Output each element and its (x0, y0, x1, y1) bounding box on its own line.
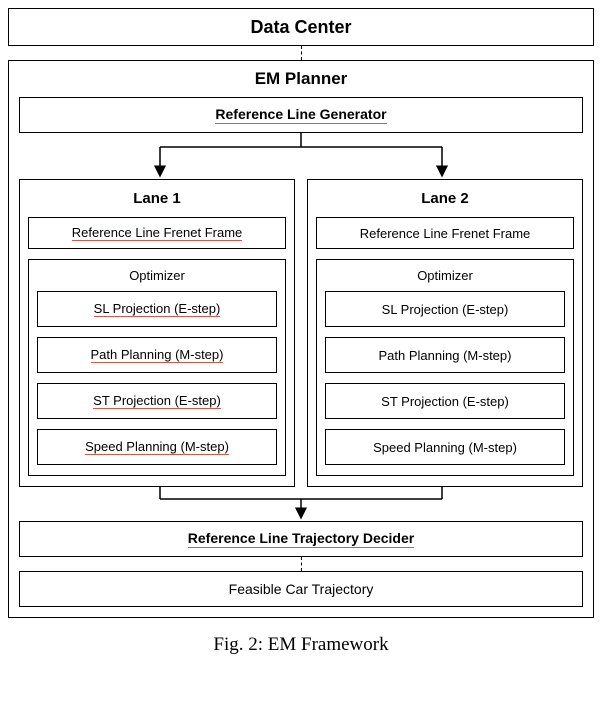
lane-1-frenet-label: Reference Line Frenet Frame (72, 225, 243, 242)
lane-1-step-path-label: Path Planning (M-step) (91, 347, 224, 364)
data-center-box: Data Center (8, 8, 594, 46)
lane-2-box: Lane 2 Reference Line Frenet Frame Optim… (307, 179, 583, 487)
lane-1-step-sl-label: SL Projection (E-step) (94, 301, 221, 318)
lane-1-frenet-box: Reference Line Frenet Frame (28, 217, 286, 249)
arrows-lanes-to-decider (19, 487, 583, 521)
ref-line-generator-label: Reference Line Generator (215, 106, 386, 124)
lane-2-step-st: ST Projection (E-step) (325, 383, 565, 419)
lane-2-step-path: Path Planning (M-step) (325, 337, 565, 373)
lane-2-optimizer-title: Optimizer (325, 268, 565, 283)
em-planner-title: EM Planner (19, 69, 583, 89)
lane-1-step-speed: Speed Planning (M-step) (37, 429, 277, 465)
lane-2-title: Lane 2 (316, 190, 574, 207)
lane-1-step-sl: SL Projection (E-step) (37, 291, 277, 327)
lane-1-step-st-label: ST Projection (E-step) (93, 393, 221, 410)
lane-1-box: Lane 1 Reference Line Frenet Frame Optim… (19, 179, 295, 487)
lane-2-step-speed: Speed Planning (M-step) (325, 429, 565, 465)
decider-label: Reference Line Trajectory Decider (188, 530, 414, 548)
feasible-label: Feasible Car Trajectory (229, 581, 374, 597)
lane-1-step-speed-label: Speed Planning (M-step) (85, 439, 229, 456)
figure-caption: Fig. 2: EM Framework (8, 634, 594, 656)
data-center-label: Data Center (250, 17, 351, 38)
lane-2-step-path-label: Path Planning (M-step) (379, 348, 512, 363)
lane-2-frenet-box: Reference Line Frenet Frame (316, 217, 574, 249)
lanes-container: Lane 1 Reference Line Frenet Frame Optim… (19, 179, 583, 487)
decider-box: Reference Line Trajectory Decider (19, 521, 583, 557)
lane-2-frenet-label: Reference Line Frenet Frame (360, 226, 531, 241)
lane-2-step-sl: SL Projection (E-step) (325, 291, 565, 327)
connector-decider-to-feasible (301, 557, 302, 571)
lane-1-optimizer-box: Optimizer SL Projection (E-step) Path Pl… (28, 259, 286, 476)
lane-1-step-st: ST Projection (E-step) (37, 383, 277, 419)
lane-2-step-sl-label: SL Projection (E-step) (382, 302, 509, 317)
lane-1-title: Lane 1 (28, 190, 286, 207)
lane-1-step-path: Path Planning (M-step) (37, 337, 277, 373)
arrows-gen-to-lanes (19, 133, 583, 179)
connector-dc-to-em (301, 46, 302, 60)
lane-2-step-speed-label: Speed Planning (M-step) (373, 440, 517, 455)
em-planner-box: EM Planner Reference Line Generator Lane… (8, 60, 594, 618)
lane-1-optimizer-title: Optimizer (37, 268, 277, 283)
ref-line-generator-box: Reference Line Generator (19, 97, 583, 133)
lane-2-optimizer-box: Optimizer SL Projection (E-step) Path Pl… (316, 259, 574, 476)
lane-2-step-st-label: ST Projection (E-step) (381, 394, 509, 409)
feasible-box: Feasible Car Trajectory (19, 571, 583, 607)
